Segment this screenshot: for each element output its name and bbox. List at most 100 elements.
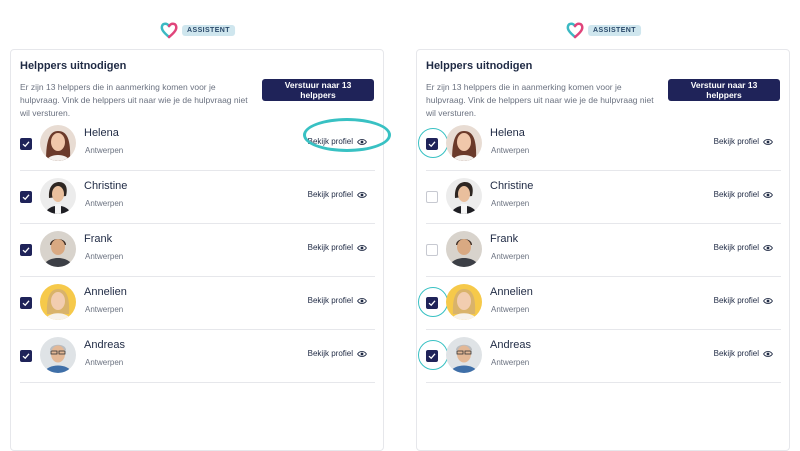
helper-city: Antwerpen [491,305,530,314]
view-profile-link[interactable]: Bekijk profiel [308,296,367,305]
helper-checkbox[interactable] [426,297,438,309]
view-profile-link[interactable]: Bekijk profiel [308,243,367,252]
helper-city: Antwerpen [491,252,530,261]
view-profile-label: Bekijk profiel [713,296,759,305]
check-icon [22,353,30,360]
send-to-helpers-button[interactable]: Verstuur naar 13 helppers [262,79,374,101]
avatar [40,125,76,161]
helper-name: Christine [490,180,534,192]
eye-icon [357,244,367,251]
helper-city: Antwerpen [85,305,124,314]
check-icon [428,141,436,148]
view-profile-link[interactable]: Bekijk profiel [714,190,773,199]
card-title: Helppers uitnodigen [20,60,127,72]
helper-row-andreas: Andreas Antwerpen Bekijk profiel [20,330,375,383]
view-profile-label: Bekijk profiel [713,349,759,358]
helper-row-andreas: Andreas Antwerpen Bekijk profiel [418,330,781,383]
helper-row-annelien: Annelien Antwerpen Bekijk profiel [418,277,781,330]
helper-checkbox[interactable] [20,244,32,256]
check-icon [22,247,30,254]
avatar [446,337,482,373]
helper-checkbox[interactable] [20,138,32,150]
helper-city: Antwerpen [85,146,124,155]
eye-icon [357,191,367,198]
helper-city: Antwerpen [491,199,530,208]
view-profile-link[interactable]: Bekijk profiel [308,137,367,146]
check-icon [22,300,30,307]
helper-name: Helena [84,127,119,139]
helper-checkbox[interactable] [426,244,438,256]
helper-list: Helena Antwerpen Bekijk profiel Christin… [11,118,391,383]
helper-name: Christine [84,180,128,192]
avatar [40,337,76,373]
helper-row-christine: Christine Antwerpen Bekijk profiel [426,171,781,224]
assistent-badge: ASSISTENT [588,24,641,36]
helper-row-frank: Frank Antwerpen Bekijk profiel [20,224,375,277]
helper-name: Annelien [490,286,533,298]
helper-city: Antwerpen [491,358,530,367]
view-profile-label: Bekijk profiel [713,137,759,146]
eye-icon [763,350,773,357]
helper-row-annelien: Annelien Antwerpen Bekijk profiel [20,277,375,330]
avatar [40,284,76,320]
card-description: Er zijn 13 helppers die in aanmerking ko… [426,82,654,118]
eye-icon [763,297,773,304]
eye-icon [763,244,773,251]
avatar [40,231,76,267]
view-profile-label: Bekijk profiel [307,349,353,358]
eye-icon [763,191,773,198]
left-screen: ASSISTENT Helppers uitnodigen Er zijn 13… [0,0,394,451]
assistent-badge: ASSISTENT [182,24,235,36]
invite-helpers-card: Helppers uitnodigen Er zijn 13 helppers … [10,49,391,451]
view-profile-link[interactable]: Bekijk profiel [308,190,367,199]
view-profile-label: Bekijk profiel [713,243,759,252]
helper-row-christine: Christine Antwerpen Bekijk profiel [20,171,375,224]
helper-name: Andreas [490,339,531,351]
avatar [40,178,76,214]
avatar [446,284,482,320]
view-profile-link[interactable]: Bekijk profiel [714,296,773,305]
helper-checkbox[interactable] [20,191,32,203]
view-profile-link[interactable]: Bekijk profiel [714,243,773,252]
eye-icon [357,297,367,304]
check-icon [428,353,436,360]
view-profile-link[interactable]: Bekijk profiel [308,349,367,358]
heart-logo-icon [160,22,178,39]
eye-icon [763,138,773,145]
helper-row-helena: Helena Antwerpen Bekijk profiel [418,118,781,171]
view-profile-link[interactable]: Bekijk profiel [714,137,773,146]
helper-row-frank: Frank Antwerpen Bekijk profiel [426,224,781,277]
assistent-logo: ASSISTENT [159,20,235,40]
helper-name: Andreas [84,339,125,351]
highlight-oval [303,118,391,152]
check-icon [428,300,436,307]
helper-checkbox[interactable] [426,138,438,150]
helper-city: Antwerpen [85,358,124,367]
send-to-helpers-button[interactable]: Verstuur naar 13 helppers [668,79,780,101]
helper-name: Annelien [84,286,127,298]
helper-city: Antwerpen [85,252,124,261]
helper-city: Antwerpen [491,146,530,155]
eye-icon [357,138,367,145]
invite-helpers-card: Helppers uitnodigen Er zijn 13 helppers … [416,49,790,451]
avatar [446,125,482,161]
heart-logo-icon [566,22,584,39]
helper-list: Helena Antwerpen Bekijk profiel Christin… [417,118,789,383]
avatar [446,231,482,267]
helper-checkbox[interactable] [426,191,438,203]
helper-checkbox[interactable] [20,350,32,362]
view-profile-label: Bekijk profiel [307,243,353,252]
assistent-logo: ASSISTENT [565,20,641,40]
check-icon [22,194,30,201]
view-profile-label: Bekijk profiel [713,190,759,199]
helper-city: Antwerpen [85,199,124,208]
view-profile-link[interactable]: Bekijk profiel [714,349,773,358]
helper-name: Frank [84,233,113,245]
helper-checkbox[interactable] [426,350,438,362]
card-title: Helppers uitnodigen [426,60,533,72]
helper-checkbox[interactable] [20,297,32,309]
view-profile-label: Bekijk profiel [307,137,353,146]
view-profile-label: Bekijk profiel [307,190,353,199]
helper-row-helena: Helena Antwerpen Bekijk profiel [20,118,391,171]
check-icon [22,141,30,148]
